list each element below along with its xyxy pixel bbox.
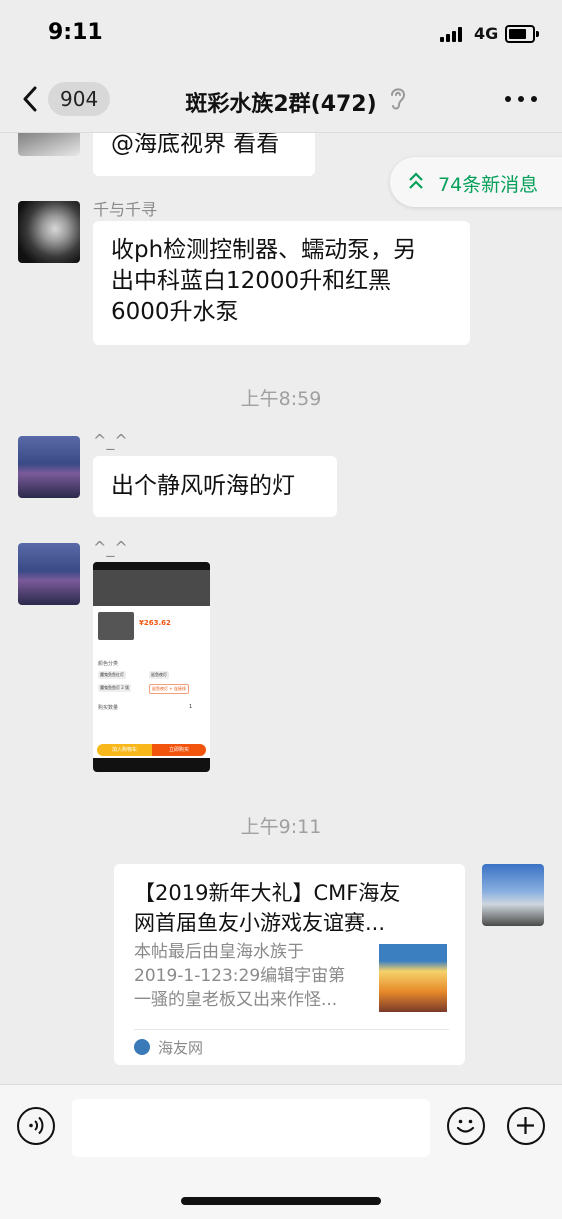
link-title-line: 网首届鱼友小游戏友谊赛...: [134, 911, 386, 935]
avatar[interactable]: [18, 436, 80, 498]
battery-icon: [505, 25, 539, 43]
nav-content: 斑彩水族2群(472) 904: [0, 66, 562, 132]
product-price: ¥263.62: [139, 619, 171, 627]
sender-name: ^_^: [93, 538, 128, 557]
timestamp: 上午8:59: [240, 388, 322, 410]
message-input[interactable]: [72, 1099, 430, 1157]
quantity-label: 购买数量: [98, 705, 119, 711]
link-card-title: 【2019新年大礼】CMF海友 网首届鱼友小游戏友谊赛...: [134, 878, 449, 938]
back-count-badge[interactable]: 904: [48, 82, 111, 116]
product-thumbnail: [98, 612, 134, 640]
link-card[interactable]: 【2019新年大礼】CMF海友 网首届鱼友小游戏友谊赛... 本帖最后由皇海水族…: [114, 864, 465, 1065]
message-line: 收ph检测控制器、蠕动泵，另: [111, 237, 417, 263]
plus-icon[interactable]: [507, 1107, 545, 1145]
message-line: 出中科蓝白12000升和红黑: [111, 268, 392, 294]
message-bubble[interactable]: 收ph检测控制器、蠕动泵，另 出中科蓝白12000升和红黑 6000升水泵: [93, 221, 470, 345]
option-chip: 魔鬼鱼鱼灯 2 版: [98, 684, 132, 692]
option-chip: 鲨鱼夜灯: [149, 671, 169, 679]
color-section-label: 颜色分类: [98, 661, 119, 667]
more-options-icon[interactable]: [505, 96, 537, 104]
emoji-icon[interactable]: [447, 1107, 485, 1145]
signal-icon: [440, 26, 468, 42]
double-chevron-up-icon: [409, 172, 423, 189]
link-title-line: 【2019新年大礼】CMF海友: [134, 881, 401, 905]
link-card-description: 本帖最后由皇海水族于 2019-1-123:29编辑宇宙第 一骚的皇老板又出来作…: [134, 940, 369, 1012]
shot-statusbar: [93, 562, 210, 570]
option-chip: 魔鬼鱼鱼红灯: [98, 671, 126, 679]
voice-icon[interactable]: [17, 1107, 55, 1145]
message-text: @海底视界 看看: [111, 131, 280, 157]
link-desc-line: 2019-1-123:29编辑宇宙第: [134, 966, 346, 986]
network-label: 4G: [474, 24, 499, 43]
buy-now-button: 立即购买: [152, 744, 206, 756]
avatar[interactable]: [18, 201, 80, 263]
add-to-cart-button: 加入购物车: [97, 744, 152, 756]
new-messages-label: 74条新消息: [438, 174, 539, 196]
link-card-divider: [134, 1029, 449, 1030]
my-avatar[interactable]: [482, 864, 544, 926]
link-card-thumbnail: [379, 944, 447, 1012]
option-chip-selected: 鲨鱼夜灯 + 连接线: [149, 684, 189, 694]
link-desc-line: 本帖最后由皇海水族于: [134, 942, 304, 962]
link-card-source: 海友网: [158, 1039, 204, 1057]
sender-name: ^_^: [93, 431, 128, 450]
timestamp: 上午9:11: [240, 816, 322, 838]
message-line: 6000升水泵: [111, 299, 239, 325]
back-icon[interactable]: [22, 86, 38, 112]
earpiece-icon: [391, 88, 406, 110]
source-logo-icon: [134, 1039, 150, 1055]
image-message[interactable]: ¥263.62 颜色分类 魔鬼鱼鱼红灯 鲨鱼夜灯 魔鬼鱼鱼灯 2 版 鲨鱼夜灯 …: [93, 562, 210, 772]
quantity-value: 1: [189, 704, 193, 710]
new-messages-button[interactable]: 74条新消息: [390, 157, 562, 207]
home-indicator[interactable]: [181, 1197, 381, 1205]
message-bubble[interactable]: 出个静风听海的灯: [93, 456, 337, 517]
shot-navbar: [93, 758, 210, 772]
status-time: 9:11: [48, 20, 103, 45]
message-text: 出个静风听海的灯: [111, 473, 295, 499]
sender-name: 千与千寻: [93, 200, 158, 219]
avatar[interactable]: [18, 543, 80, 605]
link-desc-line: 一骚的皇老板又出来作怪...: [134, 990, 338, 1010]
